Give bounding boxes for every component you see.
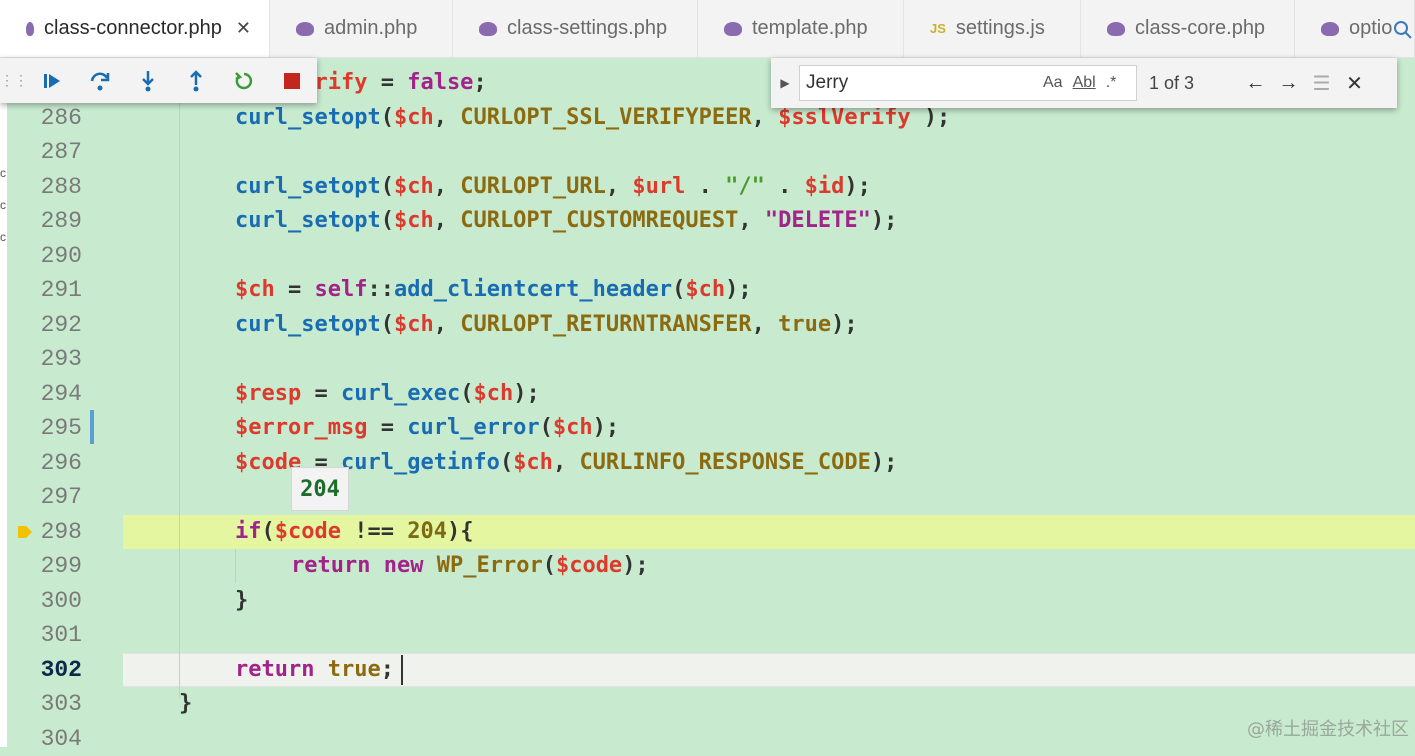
find-input-box[interactable]: Aa Abl .* bbox=[799, 65, 1137, 101]
tab-class-core[interactable]: class-core.php bbox=[1081, 0, 1295, 57]
code-line: 297 bbox=[0, 480, 1415, 515]
stop-icon bbox=[283, 72, 301, 90]
tab-admin[interactable]: admin.php bbox=[270, 0, 453, 57]
code-line: 291$ch = self::add_clientcert_header($ch… bbox=[0, 273, 1415, 308]
find-match-count: 1 of 3 bbox=[1149, 73, 1239, 94]
tab-class-settings[interactable]: class-settings.php bbox=[453, 0, 698, 57]
tab-template[interactable]: template.php bbox=[698, 0, 904, 57]
step-out-button[interactable] bbox=[172, 58, 220, 103]
tab-label: class-settings.php bbox=[507, 17, 667, 40]
code-line: 290 bbox=[0, 239, 1415, 274]
next-match-arrow-icon[interactable]: → bbox=[1272, 72, 1305, 95]
php-elephant-icon bbox=[26, 22, 34, 36]
code-line: 302return true; bbox=[0, 653, 1415, 688]
restart-icon bbox=[233, 70, 255, 92]
toggle-replace-chevron-icon[interactable]: ▶ bbox=[771, 76, 799, 90]
php-elephant-icon bbox=[479, 22, 497, 36]
code-line: 289curl_setopt($ch, CURLOPT_CUSTOMREQUES… bbox=[0, 204, 1415, 239]
tab-label: settings.js bbox=[956, 17, 1045, 40]
continue-button[interactable] bbox=[28, 58, 76, 103]
drag-handle-icon[interactable]: ⋮⋮ bbox=[0, 72, 28, 89]
continue-icon bbox=[41, 70, 63, 92]
code-line: 294$resp = curl_exec($ch); bbox=[0, 377, 1415, 412]
code-line: 288curl_setopt($ch, CURLOPT_URL, $url . … bbox=[0, 170, 1415, 205]
code-line: 303} bbox=[0, 687, 1415, 722]
whole-word-icon[interactable]: Abl bbox=[1073, 74, 1096, 92]
stop-button[interactable] bbox=[268, 58, 316, 103]
php-elephant-icon bbox=[724, 22, 742, 36]
close-icon[interactable]: ✕ bbox=[1338, 71, 1371, 96]
php-elephant-icon bbox=[1321, 22, 1339, 36]
code-editor[interactable]: c c c 285$sslVerify = false; 286curl_set… bbox=[0, 58, 1415, 747]
php-elephant-icon bbox=[1107, 22, 1125, 36]
tab-settings-js[interactable]: JS settings.js bbox=[904, 0, 1081, 57]
debug-toolbar: ⋮⋮ bbox=[0, 58, 317, 103]
find-widget: ▶ Aa Abl .* 1 of 3 ← → ☰ ✕ bbox=[771, 58, 1397, 108]
code-line: 301 bbox=[0, 618, 1415, 653]
find-in-selection-icon[interactable]: ☰ bbox=[1305, 71, 1338, 96]
code-line: 292curl_setopt($ch, CURLOPT_RETURNTRANSF… bbox=[0, 308, 1415, 343]
step-out-icon bbox=[185, 69, 207, 93]
step-into-icon bbox=[137, 69, 159, 93]
debug-hover-value: 204 bbox=[291, 467, 349, 511]
tab-class-connector[interactable]: class-connector.php ✕ bbox=[0, 0, 270, 57]
php-elephant-icon bbox=[296, 22, 314, 36]
code-line: 287 bbox=[0, 135, 1415, 170]
watermark: @稀土掘金技术社区 bbox=[1247, 715, 1409, 741]
find-input[interactable] bbox=[800, 71, 1038, 95]
js-icon: JS bbox=[930, 21, 946, 36]
code-line: 304 bbox=[0, 722, 1415, 756]
code-line: 296$code = curl_getinfo($ch, CURLINFO_RE… bbox=[0, 446, 1415, 481]
open-changes-icon[interactable] bbox=[1393, 20, 1415, 42]
code-line: 299return new WP_Error($code); bbox=[0, 549, 1415, 584]
close-icon[interactable]: ✕ bbox=[236, 18, 251, 39]
code-line: 295$error_msg = curl_error($ch); bbox=[0, 411, 1415, 446]
tab-label: optio bbox=[1349, 17, 1392, 40]
editor-tab-bar: class-connector.php ✕ admin.php class-se… bbox=[0, 0, 1415, 58]
match-case-icon[interactable]: Aa bbox=[1043, 74, 1063, 92]
code-line: 298if($code !== 204){ bbox=[0, 515, 1415, 550]
step-over-icon bbox=[88, 69, 112, 93]
previous-match-arrow-icon[interactable]: ← bbox=[1239, 72, 1272, 95]
tab-label: template.php bbox=[752, 17, 868, 40]
tab-label: admin.php bbox=[324, 17, 417, 40]
step-over-button[interactable] bbox=[76, 58, 124, 103]
code-line: 300} bbox=[0, 584, 1415, 619]
tab-label: class-core.php bbox=[1135, 17, 1265, 40]
tab-label: class-connector.php bbox=[44, 17, 222, 40]
regex-icon[interactable]: .* bbox=[1106, 74, 1117, 92]
step-into-button[interactable] bbox=[124, 58, 172, 103]
code-line: 293 bbox=[0, 342, 1415, 377]
restart-button[interactable] bbox=[220, 58, 268, 103]
text-cursor bbox=[401, 655, 403, 685]
